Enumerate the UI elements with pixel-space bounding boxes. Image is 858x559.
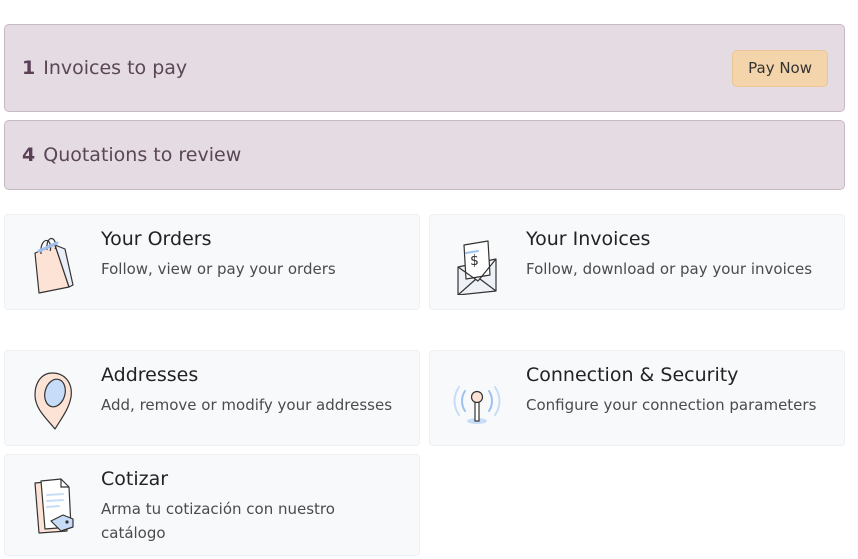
cotizar-title: Cotizar [101, 468, 169, 490]
addresses-title: Addresses [101, 364, 199, 386]
invoices-to-pay-alert[interactable]: 1 Invoices to pay Pay Now [4, 24, 845, 112]
map-pin-icon [34, 372, 72, 430]
addresses-description: Add, remove or modify your addresses [101, 396, 393, 414]
svg-text:$: $ [470, 253, 479, 269]
invoices-description: Follow, download or pay your invoices [526, 260, 813, 278]
security-description: Configure your connection parameters [526, 396, 817, 414]
security-card[interactable]: Connection & Security Configure your con… [429, 350, 845, 446]
invoice-envelope-icon: $ [457, 240, 497, 295]
invoices-card[interactable]: $ Your Invoices Follow, download or pay … [429, 214, 845, 310]
addresses-card[interactable]: Addresses Add, remove or modify your add… [4, 350, 420, 446]
invoices-label: Invoices to pay [43, 57, 188, 79]
shopping-bag-icon [34, 237, 74, 294]
cotizar-description: Arma tu cotización con nuestro catálogo [101, 500, 335, 542]
document-tag-icon [34, 478, 74, 534]
quotations-label: Quotations to review [43, 144, 242, 166]
orders-description: Follow, view or pay your orders [101, 260, 336, 278]
orders-card[interactable]: Your Orders Follow, view or pay your ord… [4, 214, 420, 310]
quotations-to-review-alert[interactable]: 4 Quotations to review [4, 120, 845, 190]
pay-now-button[interactable]: Pay Now [732, 49, 828, 87]
invoices-title: Your Invoices [526, 228, 651, 250]
cotizar-card[interactable]: Cotizar Arma tu cotización con nuestro c… [4, 454, 420, 556]
orders-title: Your Orders [101, 228, 212, 250]
security-title: Connection & Security [526, 364, 739, 386]
quotations-count: 4 [22, 144, 36, 166]
antenna-icon [453, 386, 501, 424]
portal-page: 1 Invoices to pay Pay Now 4 Quotations t… [0, 0, 858, 559]
invoices-count: 1 [22, 57, 36, 79]
